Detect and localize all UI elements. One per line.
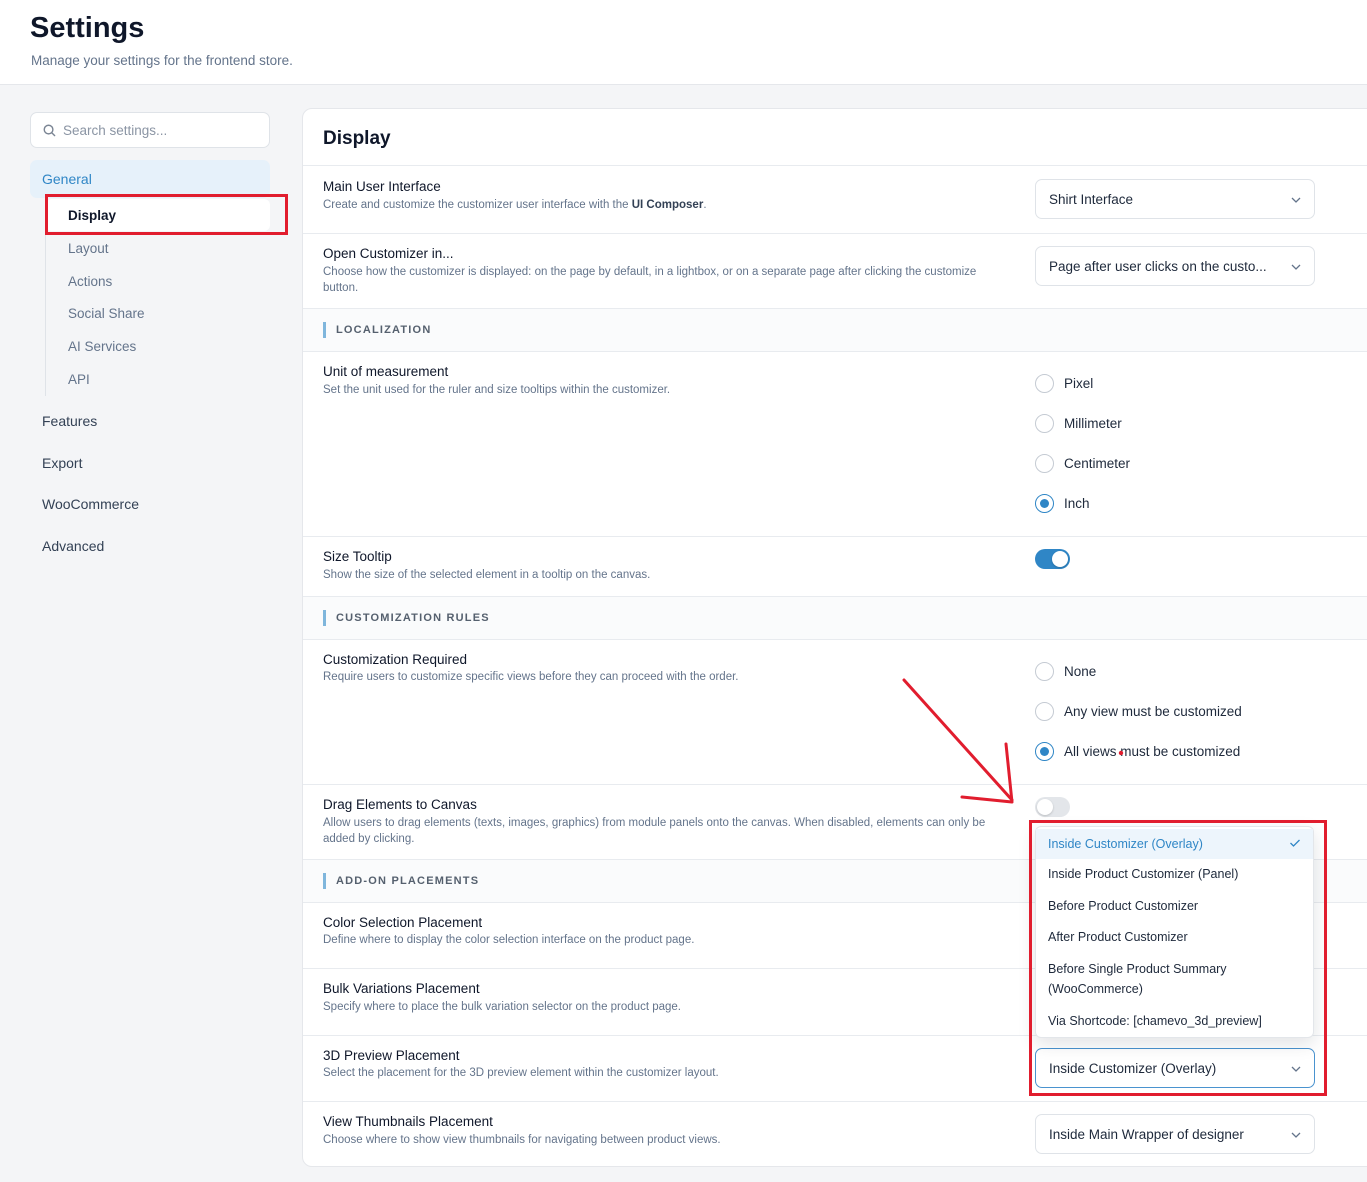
sidebar-item-features[interactable]: Features <box>42 413 97 429</box>
sidebar-subitem-social-share[interactable]: Social Share <box>68 306 145 321</box>
sidebar-subitem-layout[interactable]: Layout <box>68 241 109 256</box>
customization-required-title: Customization Required <box>323 652 468 667</box>
radio-circle <box>1035 374 1054 393</box>
sidebar-item-advanced[interactable]: Advanced <box>42 538 104 554</box>
annotation-box-dropdown <box>1029 820 1327 1096</box>
view-thumbnails-select[interactable]: Inside Main Wrapper of designer <box>1035 1114 1315 1154</box>
page-title: Settings <box>30 12 145 44</box>
open-customizer-desc: Choose how the customizer is displayed: … <box>323 266 977 294</box>
divider <box>303 1101 1367 1102</box>
section-label: LOCALIZATION <box>336 324 432 336</box>
bulk-variations-title: Bulk Variations Placement <box>323 981 480 996</box>
drag-elements-desc: Allow users to drag elements (texts, ima… <box>323 817 986 845</box>
toggle-knob <box>1037 799 1053 815</box>
divider <box>303 639 1367 640</box>
chevron-down-icon <box>1291 264 1301 270</box>
color-selection-desc: Define where to display the color select… <box>323 934 695 946</box>
page-header: Settings Manage your settings for the fr… <box>0 0 1367 85</box>
select-value: Page after user clicks on the custo... <box>1049 259 1267 274</box>
bulk-variations-desc: Specify where to place the bulk variatio… <box>323 1001 681 1013</box>
search-input[interactable] <box>63 113 263 147</box>
annotation-box-display <box>45 194 288 235</box>
radio-circle <box>1035 702 1054 721</box>
radio-label: All views must be customized <box>1064 744 1241 759</box>
sidebar-item-export[interactable]: Export <box>42 455 82 471</box>
sidebar-item-woocommerce[interactable]: WooCommerce <box>42 496 139 512</box>
section-label: ADD-ON PLACEMENTS <box>336 875 480 887</box>
size-tooltip-title: Size Tooltip <box>323 549 392 564</box>
radio-label: Inch <box>1064 496 1090 511</box>
sidebar-subitem-actions[interactable]: Actions <box>68 274 112 289</box>
divider <box>303 784 1367 785</box>
sidebar-subitem-ai-services[interactable]: AI Services <box>68 339 136 354</box>
divider <box>303 536 1367 537</box>
radio-label: Pixel <box>1064 376 1094 391</box>
preview-3d-title: 3D Preview Placement <box>323 1048 460 1063</box>
main-ui-title: Main User Interface <box>323 179 441 194</box>
radio-circle <box>1035 494 1054 513</box>
drag-elements-title: Drag Elements to Canvas <box>323 797 477 812</box>
open-customizer-title: Open Customizer in... <box>323 246 454 261</box>
color-selection-title: Color Selection Placement <box>323 915 483 930</box>
ui-composer-link[interactable]: UI Composer <box>632 199 704 211</box>
sidebar-subitem-api[interactable]: API <box>68 372 90 387</box>
select-value: Shirt Interface <box>1049 192 1134 207</box>
section-accent <box>323 322 326 338</box>
main-ui-desc: Create and customize the customizer user… <box>323 199 707 211</box>
view-thumbnails-desc: Choose where to show view thumbnails for… <box>323 1134 721 1146</box>
chevron-down-icon <box>1291 1132 1301 1138</box>
divider <box>303 165 1367 166</box>
radio-label: Centimeter <box>1064 456 1131 471</box>
select-value: Inside Main Wrapper of designer <box>1049 1127 1244 1142</box>
divider <box>303 233 1367 234</box>
size-tooltip-desc: Show the size of the selected element in… <box>323 569 651 581</box>
sidebar-item-general[interactable]: General <box>30 160 270 198</box>
radio-circle <box>1035 414 1054 433</box>
main-ui-select[interactable]: Shirt Interface <box>1035 179 1315 219</box>
preview-3d-desc: Select the placement for the 3D preview … <box>323 1067 719 1079</box>
drag-elements-toggle[interactable] <box>1035 797 1070 817</box>
section-accent <box>323 610 326 626</box>
unit-title: Unit of measurement <box>323 364 449 379</box>
section-accent <box>323 873 326 889</box>
page-subtitle: Manage your settings for the frontend st… <box>31 53 293 68</box>
radio-label: Any view must be customized <box>1064 704 1242 719</box>
chevron-down-icon <box>1291 197 1301 203</box>
radio-circle <box>1035 742 1054 761</box>
section-customization-rules: CUSTOMIZATION RULES <box>303 597 1367 639</box>
view-thumbnails-title: View Thumbnails Placement <box>323 1114 493 1129</box>
divider <box>303 351 1367 352</box>
panel-title: Display <box>323 128 391 149</box>
radio-circle <box>1035 662 1054 681</box>
section-localization: LOCALIZATION <box>303 309 1367 351</box>
sidebar-item-label: General <box>42 171 92 187</box>
search-icon <box>43 124 56 137</box>
unit-desc: Set the unit used for the ruler and size… <box>323 384 671 396</box>
open-customizer-select[interactable]: Page after user clicks on the custo... <box>1035 246 1315 286</box>
section-label: CUSTOMIZATION RULES <box>336 612 490 624</box>
size-tooltip-toggle[interactable] <box>1035 549 1070 569</box>
toggle-knob <box>1052 551 1068 567</box>
radio-circle <box>1035 454 1054 473</box>
customization-required-desc: Require users to customize specific view… <box>323 671 739 683</box>
search-box[interactable] <box>30 112 270 148</box>
radio-label: Millimeter <box>1064 416 1122 431</box>
radio-label: None <box>1064 664 1097 679</box>
